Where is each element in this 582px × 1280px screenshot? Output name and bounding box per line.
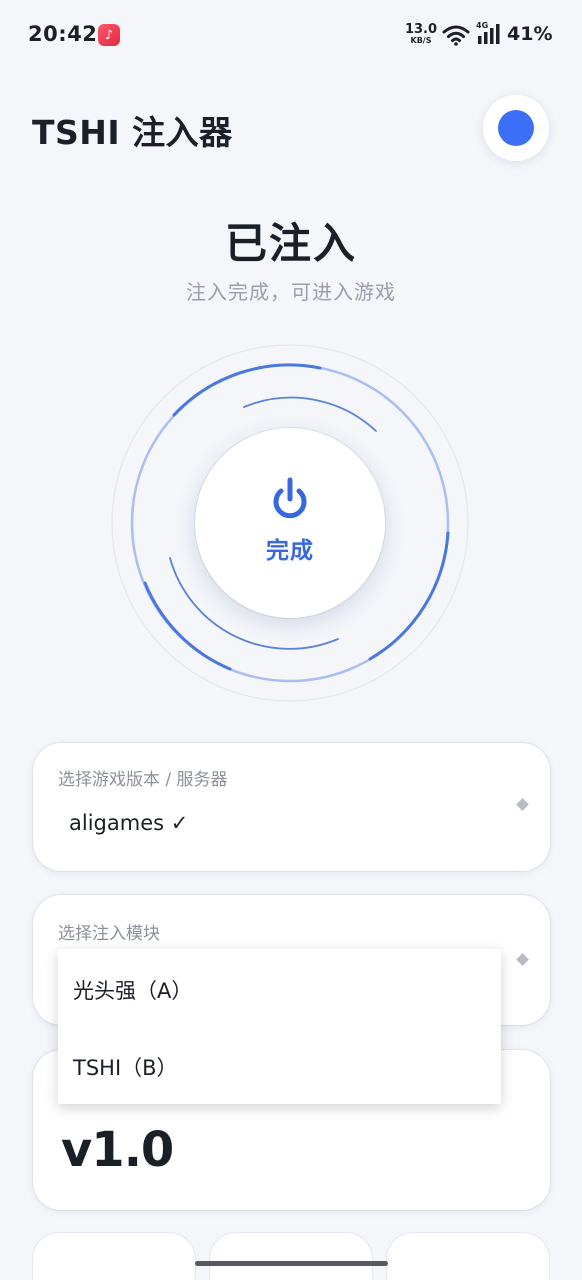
stat-card bbox=[33, 1233, 195, 1280]
status-bar: 20:42 ♪ 13.0 KB/S 4G 41% bbox=[0, 0, 582, 70]
version-select-value: aligames ✓ bbox=[69, 811, 189, 835]
status-time: 20:42 bbox=[28, 22, 98, 46]
module-option-b[interactable]: TSHI（B） bbox=[73, 1052, 178, 1082]
network-speed-unit: KB/S bbox=[410, 36, 432, 45]
cell-signal-icon bbox=[478, 24, 500, 44]
version-select[interactable]: 选择游戏版本 / 服务器 aligames ✓ bbox=[33, 743, 550, 871]
power-icon bbox=[273, 477, 307, 519]
module-select-label: 选择注入模块 bbox=[58, 924, 160, 944]
stat-card bbox=[387, 1233, 549, 1280]
stat-card bbox=[210, 1233, 372, 1280]
dropdown-caret-icon bbox=[516, 798, 529, 811]
inject-power-button[interactable]: 完成 bbox=[195, 428, 385, 618]
module-dropdown-menu: 光头强（A） TSHI（B） bbox=[58, 949, 501, 1104]
theme-toggle-button[interactable] bbox=[483, 95, 549, 161]
module-option-a[interactable]: 光头强（A） bbox=[73, 975, 192, 1005]
app-title: TSHI 注入器 bbox=[32, 113, 233, 152]
music-app-icon: ♪ bbox=[98, 24, 120, 46]
inject-status-title: 已注入 bbox=[224, 219, 357, 268]
home-indicator[interactable] bbox=[195, 1261, 388, 1266]
dropdown-caret-icon bbox=[516, 953, 529, 966]
battery-level: 41% bbox=[507, 23, 553, 45]
inject-button-label: 完成 bbox=[266, 538, 314, 564]
wifi-icon bbox=[442, 25, 470, 46]
network-speed-value: 13.0 bbox=[404, 22, 438, 37]
theme-dot-icon bbox=[498, 110, 534, 146]
injector-screen: 20:42 ♪ 13.0 KB/S 4G 41% TSHI 注入器 已注入 注入… bbox=[0, 0, 582, 1280]
version-select-label: 选择游戏版本 / 服务器 bbox=[58, 770, 228, 790]
inject-status-subtitle: 注入完成，可进入游戏 bbox=[186, 280, 396, 304]
version-number: v1.0 bbox=[61, 1122, 174, 1178]
network-speed: 13.0 KB/S bbox=[404, 23, 438, 45]
